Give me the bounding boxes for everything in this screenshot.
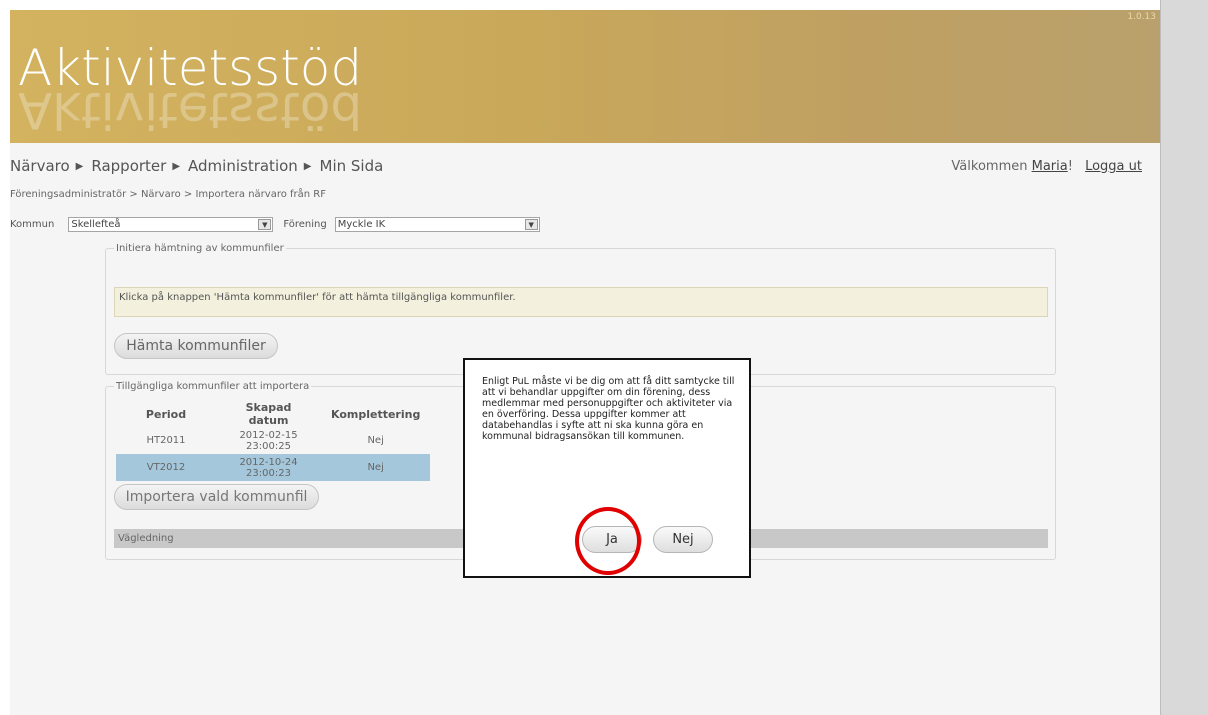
window-left-edge	[0, 0, 10, 715]
kommun-label: Kommun	[10, 219, 55, 230]
column-header-complement: Komplettering	[331, 407, 421, 421]
nav-arrow-icon: ▶	[172, 160, 181, 172]
forening-select[interactable]: Myckle IK ▼	[334, 217, 540, 232]
fetch-legend: Initiera hämtning av kommunfiler	[114, 243, 286, 254]
fetch-files-button[interactable]: Hämta kommunfiler	[114, 333, 278, 359]
filter-bar: Kommun Skellefteå ▼ Förening Myckle IK ▼	[10, 217, 540, 232]
kommun-select-value: Skellefteå	[71, 219, 121, 230]
welcome-area: Välkommen Maria! Logga ut	[951, 159, 1142, 174]
column-header-created: Skapad datum	[245, 401, 292, 427]
table-header-row: Period Skapad datum Komplettering	[116, 401, 430, 427]
forening-select-value: Myckle IK	[337, 219, 386, 230]
cell-created: 2012-10-24 23:00:23	[216, 454, 321, 481]
header-banner: Aktivitetsstöd Aktivitetsstöd 1.0.13	[10, 10, 1160, 143]
fetch-info-message: Klicka på knappen 'Hämta kommunfiler' fö…	[114, 287, 1048, 317]
nav-item-administration[interactable]: Administration	[188, 157, 298, 175]
nav-item-rapporter[interactable]: Rapporter	[91, 157, 166, 175]
window-right-margin	[1160, 0, 1208, 715]
files-legend: Tillgängliga kommunfiler att importera	[114, 381, 312, 392]
kommun-select[interactable]: Skellefteå ▼	[68, 217, 274, 232]
breadcrumb: Föreningsadministratör > Närvaro > Impor…	[10, 189, 326, 200]
nav-item-min-sida[interactable]: Min Sida	[320, 157, 384, 175]
column-header-period: Period	[145, 407, 187, 421]
version-label: 1.0.13	[1127, 12, 1156, 22]
consent-message: Enligt PuL måste vi be dig om att få dit…	[482, 376, 735, 442]
logout-link[interactable]: Logga ut	[1085, 159, 1142, 174]
window-top-edge	[0, 0, 1160, 10]
chevron-down-icon[interactable]: ▼	[524, 219, 538, 230]
cell-period: VT2012	[116, 454, 216, 481]
welcome-exclaim: !	[1067, 159, 1073, 174]
app-logo-reflection: Aktivitetsstöd	[18, 84, 363, 139]
user-link[interactable]: Maria	[1032, 159, 1068, 174]
chevron-down-icon[interactable]: ▼	[258, 219, 272, 230]
no-button[interactable]: Nej	[653, 526, 713, 553]
import-file-button[interactable]: Importera vald kommunfil	[114, 484, 319, 510]
highlight-circle-annotation	[575, 507, 641, 575]
cell-complement: Nej	[367, 435, 384, 446]
nav-arrow-icon: ▶	[303, 160, 312, 172]
cell-period: HT2011	[146, 435, 186, 446]
table-row-selected[interactable]: VT2012 2012-10-24 23:00:23 Nej	[116, 454, 431, 481]
nav-arrow-icon: ▶	[75, 160, 84, 172]
welcome-text: Välkommen	[951, 159, 1032, 174]
main-nav: Närvaro ▶ Rapporter ▶ Administration ▶ M…	[10, 157, 389, 175]
cell-created: 2012-02-15 23:00:25	[239, 429, 298, 452]
cell-complement: Nej	[321, 454, 431, 481]
forening-label: Förening	[283, 219, 327, 230]
table-row[interactable]: HT2011 2012-02-15 23:00:25 Nej	[116, 427, 430, 454]
nav-item-narvaro[interactable]: Närvaro	[10, 157, 70, 175]
files-table: Period Skapad datum Komplettering HT2011…	[116, 401, 431, 481]
fetch-fieldset: Initiera hämtning av kommunfiler Klicka …	[105, 243, 1056, 375]
